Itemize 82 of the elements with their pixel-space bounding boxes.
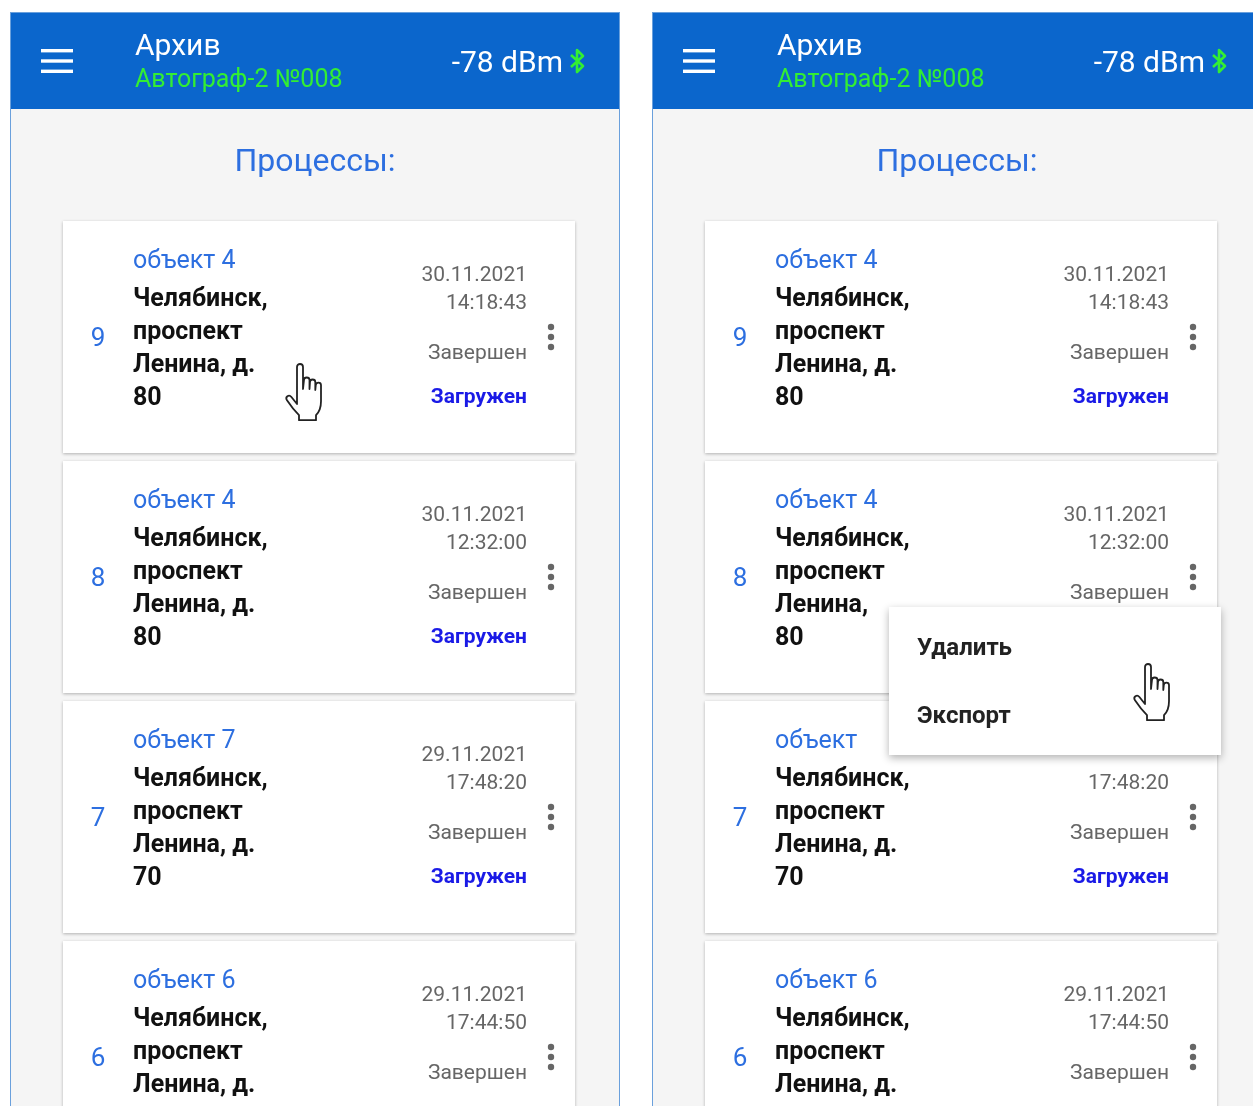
address-line: Ленина, д. bbox=[133, 588, 256, 620]
process-date: 30.11.2021 bbox=[1063, 261, 1169, 288]
address-line: 70 bbox=[775, 861, 804, 893]
address-line: Ленина, д. bbox=[133, 828, 256, 860]
address-line: Челябинск, bbox=[775, 282, 910, 314]
process-time: 17:48:20 bbox=[1088, 769, 1169, 796]
screen-title: Архив bbox=[135, 27, 222, 63]
address-line: Челябинск, bbox=[133, 762, 268, 794]
object-name: объект 6 bbox=[775, 964, 878, 996]
address-line: проспект bbox=[133, 555, 243, 587]
process-status: Завершен bbox=[427, 820, 527, 844]
process-time: 17:44:50 bbox=[1088, 1009, 1169, 1036]
upload-status: Загружен bbox=[430, 384, 527, 408]
device-name: Автограф-2 №008 bbox=[777, 63, 986, 95]
address-line: Ленина, д. bbox=[775, 828, 898, 860]
process-status: Завершен bbox=[427, 1060, 527, 1084]
process-date: 30.11.2021 bbox=[421, 501, 527, 528]
process-number: 9 bbox=[732, 322, 748, 352]
process-date: 29.11.2021 bbox=[421, 981, 527, 1008]
process-number: 9 bbox=[90, 322, 106, 352]
address-line: 80 bbox=[775, 381, 804, 413]
process-number: 7 bbox=[732, 802, 748, 832]
process-number: 7 bbox=[90, 802, 106, 832]
process-time: 14:18:43 bbox=[446, 289, 527, 316]
process-status: Завершен bbox=[1069, 820, 1169, 844]
process-time: 12:32:00 bbox=[446, 529, 527, 556]
upload-status: Загружен bbox=[430, 624, 527, 648]
address-line: проспект bbox=[775, 1035, 885, 1067]
address-line: Челябинск, bbox=[775, 522, 910, 554]
address-line: 80 bbox=[775, 621, 804, 653]
device-name: Автограф-2 №008 bbox=[135, 63, 344, 95]
address-line: Челябинск, bbox=[133, 522, 268, 554]
process-date: 29.11.2021 bbox=[421, 741, 527, 768]
screen-title: Архив bbox=[777, 27, 864, 63]
object-name: объект 7 bbox=[133, 724, 236, 756]
upload-status: Загружен bbox=[1072, 864, 1169, 888]
address-line: Челябинск, bbox=[133, 1002, 268, 1034]
object-name: объект 4 bbox=[775, 244, 878, 276]
address-line: 80 bbox=[133, 381, 162, 413]
process-date: 30.11.2021 bbox=[421, 261, 527, 288]
address-line: проспект bbox=[133, 1035, 243, 1067]
process-number: 6 bbox=[732, 1042, 748, 1072]
object-name: объект 6 bbox=[133, 964, 236, 996]
upload-status: Загружен bbox=[430, 864, 527, 888]
process-status: Завершен bbox=[1069, 580, 1169, 604]
process-status: Завершен bbox=[427, 580, 527, 604]
address-line: Ленина, bbox=[775, 588, 869, 620]
address-line: Ленина, д. bbox=[775, 348, 898, 380]
address-line: Ленина, д. bbox=[133, 1068, 256, 1100]
process-time: 14:18:43 bbox=[1088, 289, 1169, 316]
process-status: Завершен bbox=[427, 340, 527, 364]
process-number: 8 bbox=[90, 562, 106, 592]
upload-status: Загружен bbox=[1072, 384, 1169, 408]
section-heading: Процессы: bbox=[234, 140, 396, 181]
object-name: объект 4 bbox=[133, 484, 236, 516]
address-line: Челябинск, bbox=[133, 282, 268, 314]
address-line: Ленина, д. bbox=[775, 1068, 898, 1100]
process-status: Завершен bbox=[1069, 340, 1169, 364]
signal-strength: -78 dBm bbox=[451, 43, 563, 79]
address-line: 80 bbox=[133, 621, 162, 653]
address-line: Челябинск, bbox=[775, 762, 910, 794]
address-line: Челябинск, bbox=[775, 1002, 910, 1034]
address-line: проспект bbox=[775, 795, 885, 827]
address-line: Ленина, д. bbox=[133, 348, 256, 380]
process-date: 30.11.2021 bbox=[1063, 501, 1169, 528]
section-heading: Процессы: bbox=[876, 140, 1038, 181]
process-time: 17:48:20 bbox=[446, 769, 527, 796]
process-time: 17:44:50 bbox=[446, 1009, 527, 1036]
address-line: проспект bbox=[133, 315, 243, 347]
address-line: проспект bbox=[775, 555, 885, 587]
object-name: объект 4 bbox=[133, 244, 236, 276]
process-number: 6 bbox=[90, 1042, 106, 1072]
process-status: Завершен bbox=[1069, 1060, 1169, 1084]
address-line: проспект bbox=[775, 315, 885, 347]
address-line: проспект bbox=[133, 795, 243, 827]
signal-strength: -78 dBm bbox=[1093, 43, 1205, 79]
process-date: 29.11.2021 bbox=[1063, 981, 1169, 1008]
object-name: объект 4 bbox=[775, 484, 878, 516]
object-name: объект bbox=[775, 724, 858, 756]
process-number: 8 bbox=[732, 562, 748, 592]
address-line: 70 bbox=[133, 861, 162, 893]
process-time: 12:32:00 bbox=[1088, 529, 1169, 556]
